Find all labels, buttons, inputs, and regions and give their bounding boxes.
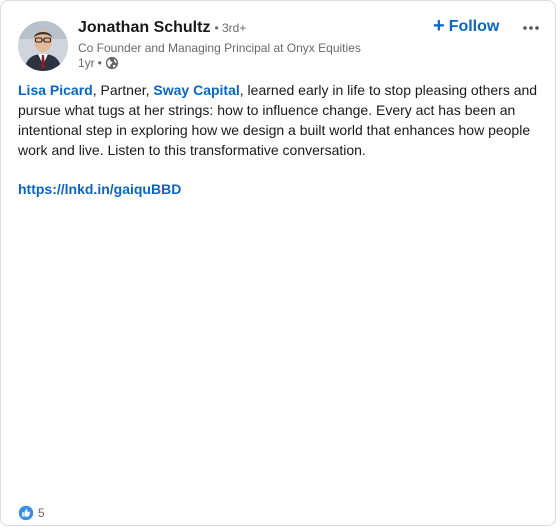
- author-avatar[interactable]: [18, 21, 68, 71]
- connection-degree: • 3rd+: [214, 21, 246, 35]
- follow-button[interactable]: + Follow: [433, 15, 500, 37]
- plus-icon: +: [433, 15, 445, 37]
- follow-label: Follow: [448, 18, 500, 35]
- more-options-button[interactable]: [519, 15, 543, 39]
- ellipsis-icon: [522, 18, 540, 36]
- degree-separator: •: [214, 21, 222, 35]
- post-meta: 1yr •: [78, 56, 119, 70]
- like-icon: [18, 505, 34, 521]
- post-body: Lisa Picard, Partner, Sway Capital, lear…: [18, 80, 540, 160]
- globe-icon: [105, 56, 119, 70]
- degree-label: 3rd+: [222, 21, 247, 35]
- author-name-row: Jonathan Schultz • 3rd+: [78, 19, 246, 37]
- post-text-segment: , Partner,: [92, 82, 154, 98]
- post-card: Jonathan Schultz • 3rd+ Co Founder and M…: [0, 0, 556, 526]
- author-headline: Co Founder and Managing Principal at Ony…: [78, 41, 361, 55]
- mention-link-person[interactable]: Lisa Picard: [18, 82, 93, 98]
- author-name[interactable]: Jonathan Schultz: [78, 19, 210, 37]
- reactions-summary[interactable]: 5: [18, 505, 45, 521]
- author-photo: [18, 21, 68, 71]
- mention-link-company[interactable]: Sway Capital: [153, 82, 239, 98]
- reaction-count: 5: [38, 506, 45, 520]
- post-short-link[interactable]: https://lnkd.in/gaiquBBD: [18, 179, 181, 199]
- post-time: 1yr: [78, 56, 95, 70]
- meta-separator: •: [97, 56, 102, 70]
